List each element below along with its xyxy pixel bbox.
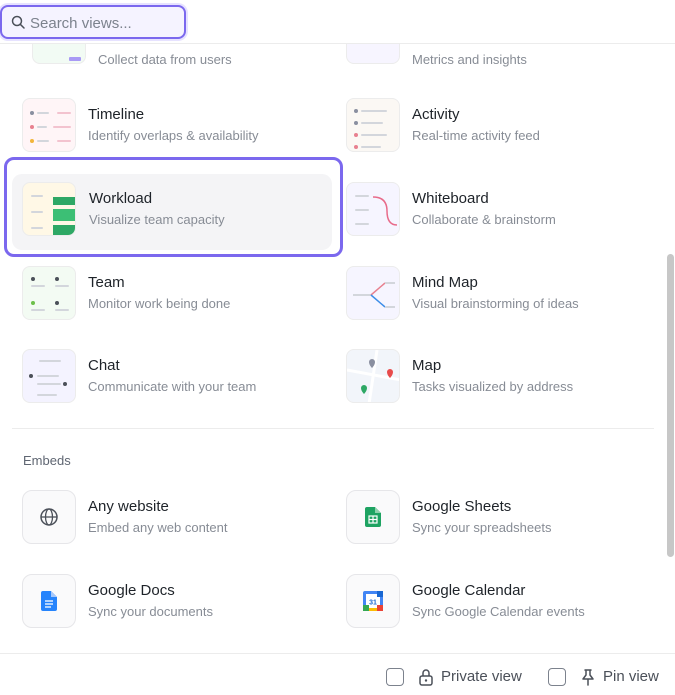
form-thumbnail	[32, 44, 86, 64]
embed-desc: Embed any web content	[88, 520, 228, 535]
pin-view-label[interactable]: Pin view	[603, 668, 659, 685]
embed-desc: Sync your documents	[88, 604, 214, 619]
view-title: Mind Map	[412, 274, 478, 291]
view-option-timeline[interactable]: Timeline Identify overlaps & availabilit…	[0, 90, 320, 166]
search-icon	[11, 15, 25, 29]
footer-divider	[0, 653, 675, 654]
scrollbar-thumb[interactable]	[667, 254, 674, 557]
view-option-map[interactable]: Map Tasks visualized by address	[324, 341, 644, 417]
timeline-thumbnail	[22, 98, 76, 152]
view-desc: Visualize team capacity	[89, 212, 225, 227]
view-desc: Metrics and insights	[412, 52, 527, 67]
google-docs-icon	[22, 574, 76, 628]
google-sheets-icon	[346, 490, 400, 544]
lock-icon	[419, 669, 433, 686]
calendar-badge-text: 31	[369, 600, 377, 607]
mind-map-thumbnail	[346, 266, 400, 320]
view-desc: Collect data from users	[98, 52, 232, 67]
view-option-whiteboard[interactable]: Whiteboard Collaborate & brainstorm	[324, 174, 644, 250]
view-title: Chat	[88, 357, 120, 374]
embed-option-google-sheets[interactable]: Google Sheets Sync your spreadsheets	[324, 482, 644, 558]
view-option-chat[interactable]: Chat Communicate with your team	[0, 341, 320, 417]
view-desc: Monitor work being done	[88, 296, 231, 311]
view-title: Timeline	[88, 106, 145, 123]
view-desc: Real-time activity feed	[412, 128, 540, 143]
view-title: Team	[88, 274, 125, 291]
embed-option-any-website[interactable]: Any website Embed any web content	[0, 482, 320, 558]
view-desc: Visual brainstorming of ideas	[412, 296, 579, 311]
search-box[interactable]	[0, 5, 186, 39]
view-option-dashboard[interactable]: Metrics and insights	[334, 44, 654, 80]
embed-option-google-calendar[interactable]: 31 Google Calendar Sync Google Calendar …	[324, 566, 644, 642]
map-thumbnail	[346, 349, 400, 403]
view-title: Workload	[89, 190, 153, 207]
section-divider	[12, 428, 654, 429]
embed-title: Google Calendar	[412, 582, 526, 599]
activity-thumbnail	[346, 98, 400, 152]
view-option-form[interactable]: Collect data from users	[10, 44, 330, 80]
view-title: Map	[412, 357, 442, 374]
view-desc: Identify overlaps & availability	[88, 128, 259, 143]
team-thumbnail	[22, 266, 76, 320]
search-input[interactable]	[30, 12, 180, 34]
view-option-mind-map[interactable]: Mind Map Visual brainstorming of ideas	[324, 258, 644, 334]
private-view-checkbox[interactable]	[386, 668, 404, 686]
view-title: Activity	[412, 106, 460, 123]
embed-desc: Sync your spreadsheets	[412, 520, 552, 535]
embed-desc: Sync Google Calendar events	[412, 604, 585, 619]
view-desc: Communicate with your team	[88, 379, 257, 394]
chat-thumbnail	[22, 349, 76, 403]
pin-view-checkbox[interactable]	[548, 668, 566, 686]
private-view-label[interactable]: Private view	[441, 668, 522, 685]
pin-icon	[582, 669, 594, 686]
google-calendar-icon: 31	[346, 574, 400, 628]
embed-title: Google Sheets	[412, 498, 512, 515]
view-option-workload[interactable]: Workload Visualize team capacity	[12, 174, 332, 250]
view-option-team[interactable]: Team Monitor work being done	[0, 258, 320, 334]
embed-title: Google Docs	[88, 582, 175, 599]
view-desc: Tasks visualized by address	[412, 379, 574, 394]
workload-thumbnail	[22, 182, 76, 236]
view-option-activity[interactable]: Activity Real-time activity feed	[324, 90, 644, 166]
embed-title: Any website	[88, 498, 169, 515]
whiteboard-thumbnail	[346, 182, 400, 236]
views-list[interactable]: Collect data from users Metrics and insi…	[0, 44, 666, 653]
embeds-section-label: Embeds	[23, 453, 71, 468]
embed-option-google-docs[interactable]: Google Docs Sync your documents	[0, 566, 320, 642]
globe-icon	[22, 490, 76, 544]
view-desc: Collaborate & brainstorm	[412, 212, 556, 227]
dashboard-thumbnail	[346, 44, 400, 64]
view-title: Whiteboard	[412, 190, 489, 207]
